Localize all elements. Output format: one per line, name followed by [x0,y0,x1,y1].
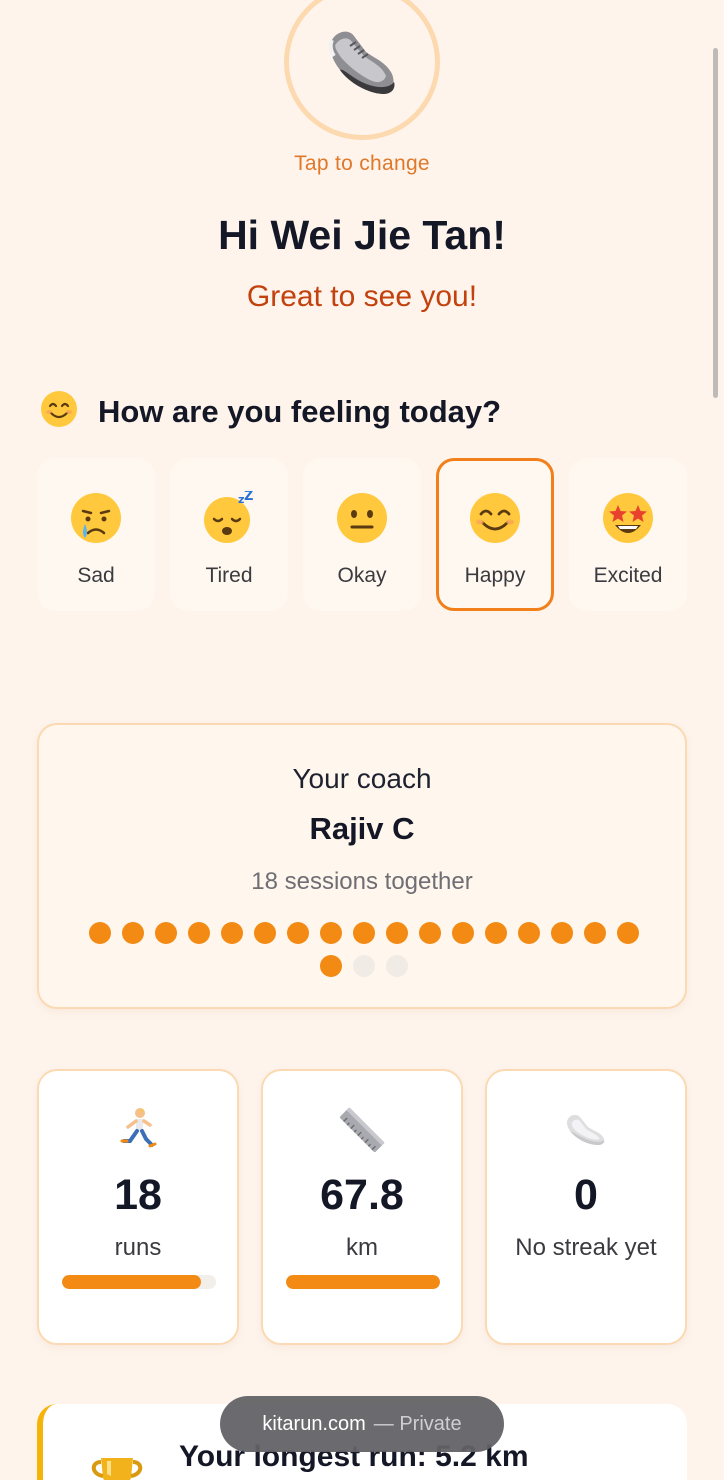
mood-option-happy[interactable]: Happy [436,458,554,611]
session-dot-completed [485,922,507,944]
smiling-face-icon [40,390,78,433]
session-dot-completed [518,922,540,944]
session-dot-completed [122,922,144,944]
sleeping-face-icon: z Z [202,489,256,550]
stat-progress-fill [62,1275,201,1289]
coach-card-title: Your coach [292,763,432,794]
mood-option-label: Tired [205,564,253,587]
session-dot-completed [386,922,408,944]
session-progress-dots [81,922,647,977]
smiling-face-icon [468,491,522,550]
stat-label-distance: km [346,1234,378,1261]
sneaker-icon [487,1107,685,1147]
mood-option-label: Happy [464,564,526,587]
session-dot-completed [89,922,111,944]
tap-to-change-link[interactable]: Tap to change [0,152,724,176]
mood-option-label: Okay [337,564,387,587]
session-dot-completed [353,922,375,944]
session-dot-remaining [353,955,375,977]
stat-value-runs: 18 [114,1171,162,1219]
session-dot-completed [287,922,309,944]
url-domain: kitarun.com [262,1412,366,1435]
stats-row: 18 runs 67.8 km 0 No streak yet [37,1069,687,1345]
session-dot-completed [419,922,441,944]
stat-progress-bar-runs [62,1275,216,1289]
coach-name: Rajiv C [309,811,415,846]
stat-progress-fill [286,1275,440,1289]
session-dot-completed [617,922,639,944]
coach-sessions-count: 18 sessions together [251,868,473,895]
sneaker-icon [322,18,402,107]
stat-progress-bar-distance [286,1275,440,1289]
session-dot-completed [221,922,243,944]
crying-face-icon [69,491,123,550]
session-dot-completed [155,922,177,944]
mood-section-header: How are you feeling today? [40,390,501,433]
greeting-subtitle: Great to see you! [246,280,478,313]
runner-icon [39,1107,237,1149]
session-dot-completed [452,922,474,944]
stat-value-distance: 67.8 [320,1171,404,1219]
mood-option-label: Sad [77,564,115,587]
stat-label-runs: runs [114,1234,162,1261]
session-dot-remaining [386,955,408,977]
stat-card-distance[interactable]: 67.8 km [261,1069,463,1345]
star-struck-face-icon [601,491,655,550]
stat-card-runs[interactable]: 18 runs [37,1069,239,1345]
avatar-button[interactable] [284,0,440,140]
session-dot-completed [188,922,210,944]
mood-option-label: Excited [593,564,663,587]
stat-value-streak: 0 [574,1171,598,1219]
session-dot-completed [584,922,606,944]
mood-options: Sad z Z Tired Okay Happy Excited [37,458,687,611]
mood-section-title: How are you feeling today? [98,393,502,429]
stat-card-streak[interactable]: 0 No streak yet [485,1069,687,1345]
svg-text:Z: Z [244,491,253,504]
mood-option-excited[interactable]: Excited [569,458,687,611]
url-private-mode: — Private [373,1412,462,1435]
browser-url-pill[interactable]: kitarun.com — Private [220,1396,504,1452]
session-dot-completed [320,955,342,977]
coach-card[interactable]: Your coach Rajiv C 18 sessions together [37,723,687,1009]
mood-option-okay[interactable]: Okay [303,458,421,611]
mood-option-tired[interactable]: z Z Tired [170,458,288,611]
neutral-face-icon [335,491,389,550]
mood-option-sad[interactable]: Sad [37,458,155,611]
session-dot-completed [551,922,573,944]
session-dot-completed [254,922,276,944]
ruler-icon [263,1107,461,1153]
stat-label-streak: No streak yet [515,1234,657,1261]
trophy-icon [89,1458,145,1480]
greeting-title: Hi Wei Jie Tan! [218,212,506,258]
session-dot-completed [320,922,342,944]
